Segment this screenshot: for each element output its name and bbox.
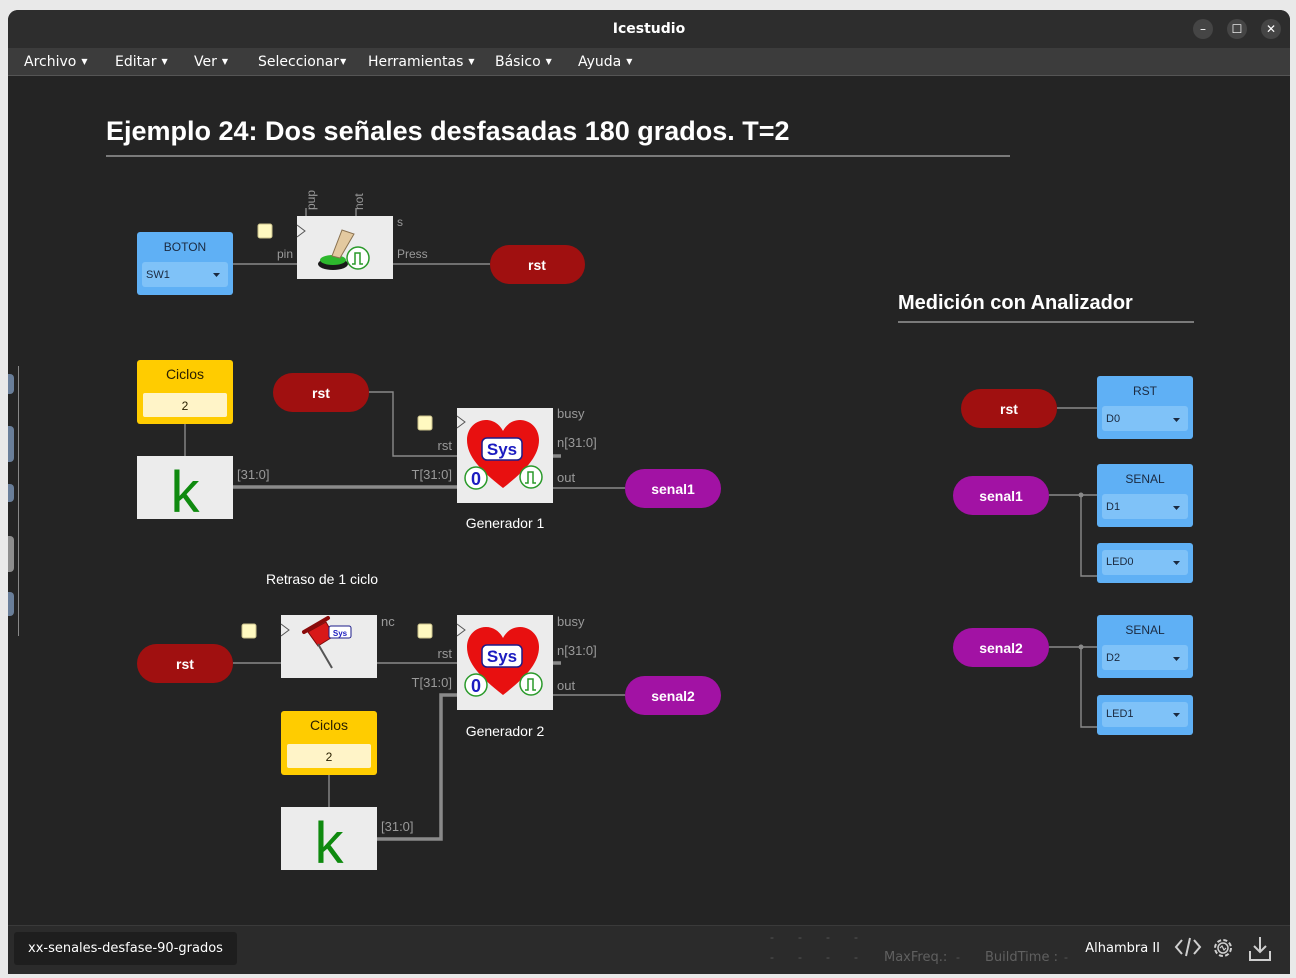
sys-heart-icon: Sys 0: [464, 627, 543, 697]
svg-text:0: 0: [471, 676, 481, 696]
svg-text:[31:0]: [31:0]: [237, 467, 270, 482]
svg-text:out: out: [557, 470, 575, 485]
svg-text:busy: busy: [557, 406, 585, 421]
verify-code-icon[interactable]: [1174, 935, 1202, 965]
build-gear-icon[interactable]: [1210, 935, 1236, 967]
generador-1-label: Generador 1: [466, 515, 545, 531]
delay-block[interactable]: [281, 615, 377, 678]
svg-text:0: 0: [471, 469, 481, 489]
svg-text:senal2: senal2: [651, 688, 695, 704]
ciclos-value-2[interactable]: 2: [326, 750, 333, 764]
board-selector[interactable]: Alhambra II: [1085, 941, 1160, 956]
generador-2-label: Generador 2: [466, 723, 545, 739]
menu-basico[interactable]: Básico ▼: [495, 54, 552, 70]
ciclos-value-1[interactable]: 2: [182, 399, 189, 413]
left-dock: [8, 366, 19, 636]
maxfreq-label: MaxFreq.:: [884, 950, 948, 965]
svg-text:T[31:0]: T[31:0]: [412, 467, 452, 482]
menu-ver[interactable]: Ver ▼: [194, 54, 228, 70]
svg-text:SENAL: SENAL: [1125, 623, 1165, 637]
menu-editar[interactable]: Editar ▼: [115, 54, 168, 70]
title-bar: Icestudio – ☐ ✕: [8, 10, 1290, 48]
svg-text:senal1: senal1: [651, 481, 695, 497]
svg-text:Sys: Sys: [487, 440, 517, 459]
svg-text:Ciclos: Ciclos: [310, 717, 348, 733]
k-icon: k: [171, 460, 201, 525]
menu-archivo[interactable]: Archivo ▼: [24, 54, 88, 70]
led1-pin-select[interactable]: LED1: [1106, 708, 1134, 720]
svg-text:rst: rst: [438, 646, 453, 661]
svg-text:rst: rst: [312, 385, 330, 401]
svg-text:n[31:0]: n[31:0]: [557, 435, 597, 450]
svg-text:nc: nc: [381, 614, 395, 629]
svg-text:T[31:0]: T[31:0]: [412, 675, 452, 690]
maximize-button[interactable]: ☐: [1227, 19, 1247, 39]
upload-icon[interactable]: [1248, 935, 1272, 969]
menu-seleccionar[interactable]: Seleccionar▼: [258, 54, 346, 70]
file-name-tab[interactable]: xx-senales-desfase-90-grados: [14, 932, 237, 965]
led0-pin-select[interactable]: LED0: [1106, 556, 1134, 568]
boton-pin-select[interactable]: SW1: [146, 269, 170, 281]
svg-text:rst: rst: [528, 257, 546, 273]
svg-text:pup: pup: [304, 190, 318, 210]
delay-comment: Retraso de 1 ciclo: [266, 571, 378, 587]
status-bar: xx-senales-desfase-90-grados - - - - - -…: [8, 925, 1290, 974]
analyzer-title: Medición con Analizador: [898, 292, 1133, 314]
svg-text:rst: rst: [438, 438, 453, 453]
boton-header: BOTON: [164, 240, 206, 254]
buildtime-label: BuildTime :: [985, 950, 1058, 965]
svg-text:out: out: [557, 678, 575, 693]
svg-text:Ciclos: Ciclos: [166, 366, 204, 382]
svg-text:busy: busy: [557, 614, 585, 629]
svg-text:[31:0]: [31:0]: [381, 819, 414, 834]
svg-text:pin: pin: [277, 247, 293, 261]
page-title: Ejemplo 24: Dos señales desfasadas 180 g…: [106, 116, 790, 146]
svg-text:senal1: senal1: [979, 488, 1023, 504]
svg-text:RST: RST: [1133, 384, 1158, 398]
svg-text:not: not: [352, 193, 366, 210]
circuit-diagram[interactable]: Ejemplo 24: Dos señales desfasadas 180 g…: [8, 76, 1290, 925]
window-title: Icestudio: [612, 21, 686, 37]
svg-text:SENAL: SENAL: [1125, 472, 1165, 486]
svg-text:senal2: senal2: [979, 640, 1023, 656]
sys-heart-icon: Sys 0: [464, 420, 543, 490]
design-canvas[interactable]: Ejemplo 24: Dos señales desfasadas 180 g…: [8, 76, 1290, 925]
menu-bar: Archivo ▼ Editar ▼ Ver ▼ Seleccionar▼ Herra…: [8, 48, 1290, 76]
rst-pin-select[interactable]: D0: [1106, 413, 1120, 425]
close-button[interactable]: ✕: [1261, 19, 1281, 39]
senal1-pin-select[interactable]: D1: [1106, 501, 1120, 513]
svg-text:Press: Press: [397, 247, 428, 261]
svg-text:s: s: [397, 215, 403, 229]
svg-text:rst: rst: [176, 656, 194, 672]
svg-text:n[31:0]: n[31:0]: [557, 643, 597, 658]
k-icon: k: [315, 811, 345, 876]
menu-herramientas[interactable]: Herramientas ▼: [368, 54, 475, 70]
svg-text:Sys: Sys: [333, 629, 348, 638]
svg-text:Sys: Sys: [487, 647, 517, 666]
minimize-button[interactable]: –: [1193, 19, 1213, 39]
menu-ayuda[interactable]: Ayuda ▼: [578, 54, 632, 70]
svg-text:rst: rst: [1000, 401, 1018, 417]
app-window: Icestudio – ☐ ✕ Archivo ▼ Editar ▼ Ver ▼ Se…: [8, 10, 1290, 974]
senal2-pin-select[interactable]: D2: [1106, 652, 1120, 664]
